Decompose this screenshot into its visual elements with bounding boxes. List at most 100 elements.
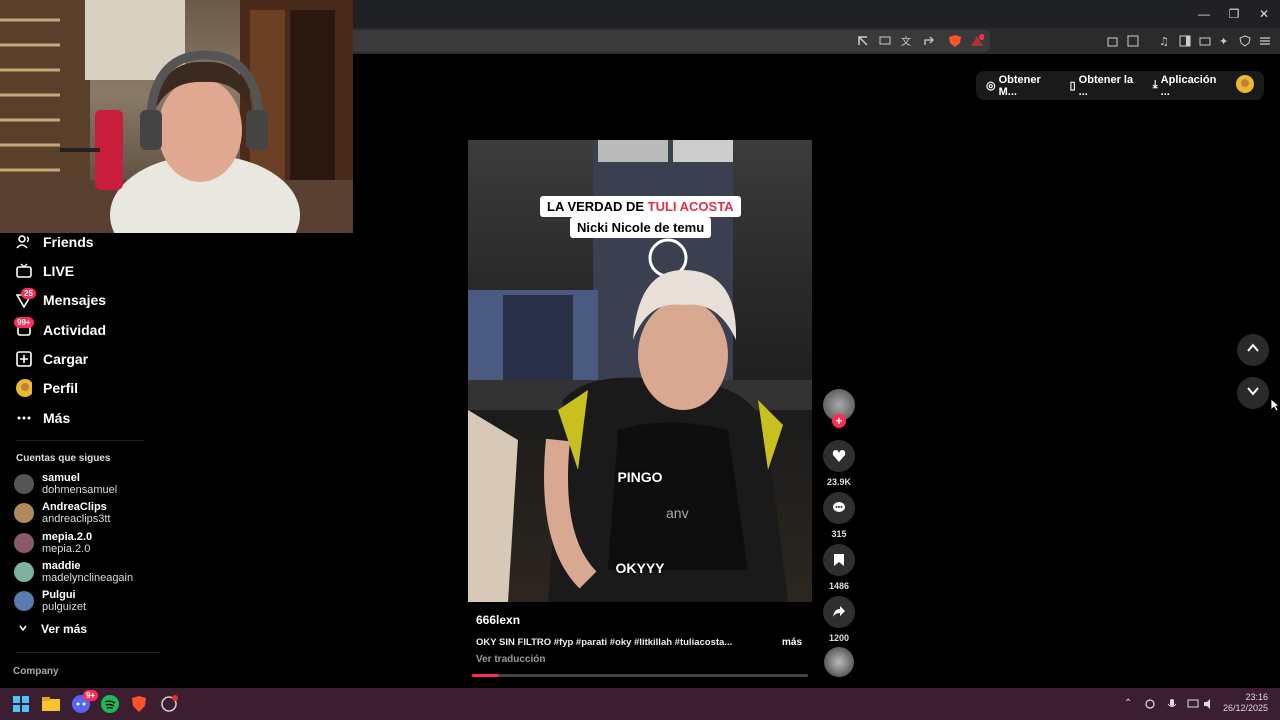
music-icon[interactable]: ♫ — [1156, 32, 1174, 50]
brave-browser-icon[interactable] — [127, 692, 151, 716]
download-icon: ⤓ — [1152, 79, 1158, 91]
sidebar-item-label: Friends — [43, 234, 94, 250]
sidebar-item-label: LIVE — [43, 263, 75, 279]
following-name: AndreaClips — [42, 501, 107, 514]
avatar — [14, 503, 34, 524]
save-button[interactable]: 1486 — [822, 544, 856, 591]
see-more-button[interactable]: Ver más — [18, 622, 87, 636]
screenshot-icon[interactable] — [1124, 32, 1142, 50]
activity-icon: 99+ — [14, 317, 34, 338]
activity-badge: 99+ — [14, 317, 34, 328]
sidebar-item-label: Perfil — [43, 380, 79, 396]
following-text: mepia.2.0 mepia.2.0 — [42, 531, 92, 555]
previous-video-button[interactable] — [1237, 334, 1269, 366]
webcam-overlay — [0, 0, 353, 233]
extensions-icon[interactable] — [1104, 32, 1122, 50]
windows-taskbar — [0, 688, 1280, 720]
user-avatar[interactable] — [1236, 75, 1254, 96]
sidebar-item-profile[interactable]: Perfil — [16, 376, 78, 400]
comment-button[interactable]: 315 — [822, 492, 856, 539]
friends-icon — [16, 234, 32, 250]
following-item[interactable]: samuel dohmensamuel — [14, 470, 117, 498]
clock-time: 23:16 — [1245, 692, 1268, 702]
video-overlay-text: PINGO — [617, 469, 663, 485]
more-icon — [16, 410, 32, 426]
get-app-label: Obtener la ... — [1078, 73, 1134, 98]
following-handle: madelynclineagain — [42, 571, 134, 584]
video-progress-fill — [472, 674, 499, 677]
sidebar-item-friends[interactable]: Friends — [16, 230, 94, 254]
following-item[interactable]: Pulgui pulguizet — [14, 587, 86, 615]
svg-text:文: 文 — [901, 35, 911, 47]
clock[interactable]: 23:16 26/12/2025 — [1222, 692, 1268, 714]
brave-shield-icon[interactable] — [946, 32, 964, 50]
caption-highlight: TULI ACOSTA — [647, 199, 734, 214]
caption-line-2: Nicki Nicole de temu — [570, 217, 712, 238]
video-progress-bar[interactable] — [472, 674, 808, 677]
sidebar-item-activity[interactable]: 99+ Actividad — [14, 317, 107, 342]
tracking-icon[interactable] — [854, 32, 872, 50]
restore-icon[interactable]: ❐ — [1224, 6, 1244, 22]
close-icon[interactable]: ✕ — [1254, 6, 1274, 22]
sidebar-item-label: Actividad — [43, 322, 107, 338]
brave-rewards-icon[interactable] — [968, 32, 986, 50]
sync-tray-icon[interactable] — [1144, 697, 1156, 715]
like-count: 23.9K — [826, 477, 852, 487]
sound-disc-button[interactable] — [822, 647, 856, 677]
address-bar[interactable] — [350, 30, 990, 52]
following-text: Pulgui pulguizet — [42, 589, 86, 613]
next-video-button[interactable] — [1237, 377, 1269, 409]
spotify-icon[interactable] — [98, 692, 122, 716]
video-player[interactable]: LA VERDAD DE TULI ACOSTA Nicki Nicole de… — [468, 140, 812, 602]
following-item[interactable]: mepia.2.0 mepia.2.0 — [14, 529, 92, 557]
windows-start-icon[interactable] — [9, 692, 33, 716]
app-icon[interactable] — [157, 692, 181, 716]
get-coins-button[interactable]: ◎ Obtener M... — [986, 74, 1056, 98]
sidebar-toggle-icon[interactable] — [1176, 32, 1194, 50]
mouse-cursor-icon — [1270, 398, 1280, 417]
desktop-app-button[interactable]: ⤓ Aplicación ... — [1153, 74, 1222, 98]
chevron-down-icon — [18, 622, 28, 636]
following-item[interactable]: maddie madelynclineagain — [14, 558, 133, 586]
comment-count: 315 — [831, 529, 847, 539]
following-name: mepia.2.0 — [42, 530, 93, 543]
translate-icon[interactable]: 文 — [898, 32, 916, 50]
following-text: AndreaClips andreaclips3tt — [42, 501, 111, 525]
get-app-button[interactable]: ▯ Obtener la ... — [1070, 74, 1139, 98]
menu-icon[interactable] — [1256, 32, 1274, 50]
avatar — [14, 532, 34, 553]
video-author[interactable]: 666lexn — [476, 613, 520, 627]
following-name: Pulgui — [42, 589, 76, 602]
microphone-tray-icon[interactable] — [1166, 697, 1178, 715]
profile-avatar — [16, 379, 32, 397]
follow-plus-icon[interactable]: + — [832, 414, 846, 428]
following-handle: dohmensamuel — [42, 484, 118, 496]
vpn-icon[interactable] — [1236, 32, 1254, 50]
file-explorer-icon[interactable] — [39, 692, 63, 716]
sidebar-item-more[interactable]: Más — [16, 406, 70, 430]
minimize-icon[interactable]: — — [1194, 6, 1214, 22]
share-button[interactable]: 1200 — [822, 596, 856, 643]
wallet-icon[interactable] — [1196, 32, 1214, 50]
get-coins-label: Obtener M... — [998, 73, 1041, 98]
share-icon[interactable] — [920, 32, 938, 50]
volume-tray-icon[interactable] — [1203, 697, 1215, 715]
company-link[interactable]: Company — [13, 666, 59, 677]
see-more-description[interactable]: más — [782, 637, 802, 648]
discord-icon[interactable]: 9+ — [69, 690, 99, 716]
following-name: maddie — [42, 559, 81, 572]
sidebar-item-upload[interactable]: Cargar — [16, 347, 88, 371]
cast-icon[interactable] — [876, 32, 894, 50]
sidebar-item-messages[interactable]: 25 Mensajes — [16, 288, 106, 312]
leo-ai-icon[interactable]: ✦ — [1216, 32, 1234, 50]
sidebar-item-live[interactable]: LIVE — [16, 259, 74, 283]
translate-link[interactable]: Ver traducción — [476, 654, 545, 665]
following-handle: andreaclips3tt — [42, 513, 111, 526]
bookmark-icon — [823, 544, 855, 576]
following-name: samuel — [42, 472, 80, 484]
network-tray-icon[interactable] — [1187, 697, 1199, 715]
following-item[interactable]: AndreaClips andreaclips3tt — [14, 499, 111, 527]
like-button[interactable]: 23.9K — [822, 440, 856, 487]
author-avatar-button[interactable]: + — [822, 389, 856, 428]
tray-overflow-icon[interactable]: ⌃ — [1124, 698, 1132, 709]
